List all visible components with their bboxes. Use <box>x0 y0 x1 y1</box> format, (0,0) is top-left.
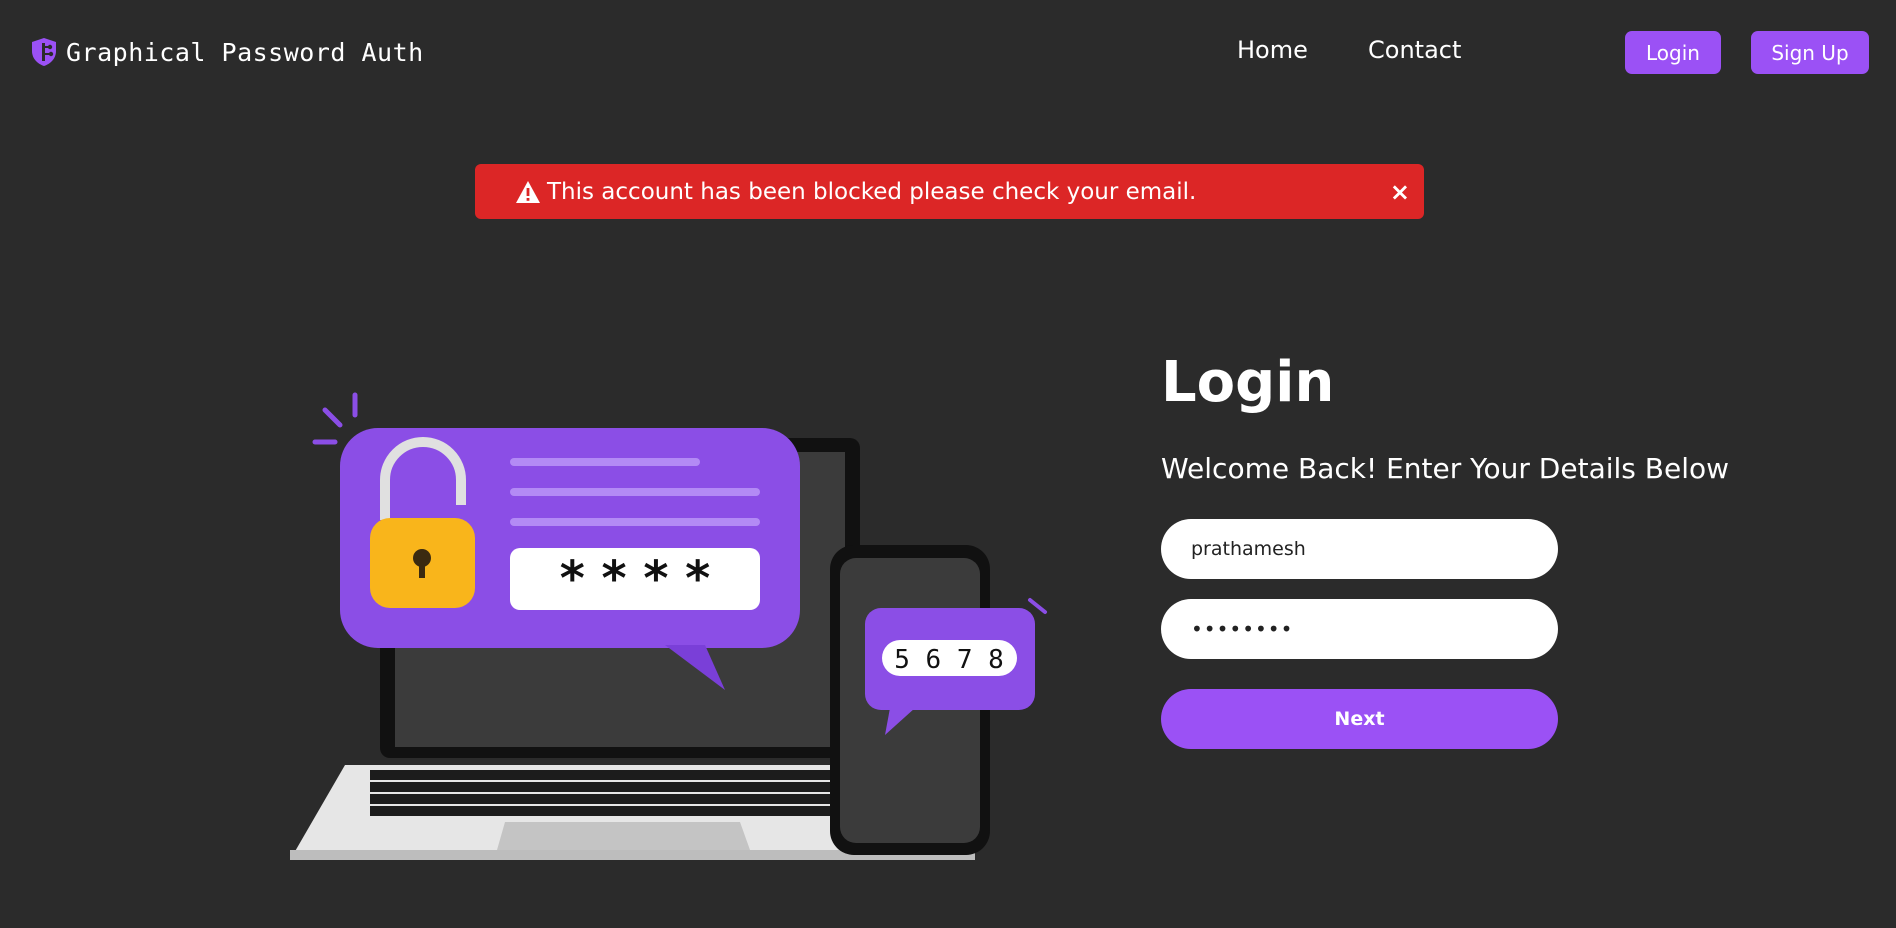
alert-message: This account has been blocked please che… <box>547 178 1197 205</box>
nav-contact-link[interactable]: Contact <box>1368 36 1461 64</box>
nav-home-link[interactable]: Home <box>1237 36 1308 64</box>
page-title: Login <box>1161 350 1335 415</box>
brand-title: Graphical Password Auth <box>66 37 424 67</box>
brand[interactable]: Graphical Password Auth <box>30 34 424 70</box>
phone-code-text: 5 6 7 8 <box>894 645 1004 675</box>
password-mask-text: * * * * <box>560 551 711 607</box>
shield-icon <box>32 38 56 66</box>
phone: 5 6 7 8 <box>830 545 1047 855</box>
error-alert: This account has been blocked please che… <box>475 164 1424 219</box>
close-icon[interactable]: × <box>1390 180 1410 204</box>
login-illustration: * * * * 5 6 7 8 <box>290 392 1047 860</box>
page: Graphical Password Auth Home Contact Log… <box>0 0 1896 928</box>
keyboard <box>370 770 890 816</box>
next-button[interactable]: Next <box>1161 689 1558 749</box>
signup-button[interactable]: Sign Up <box>1751 31 1869 74</box>
page-subtitle: Welcome Back! Enter Your Details Below <box>1161 452 1730 485</box>
password-bubble: * * * * <box>312 392 800 690</box>
warning-icon <box>516 180 540 203</box>
username-input[interactable] <box>1161 519 1558 579</box>
password-input[interactable] <box>1161 599 1558 659</box>
login-button[interactable]: Login <box>1625 31 1721 74</box>
